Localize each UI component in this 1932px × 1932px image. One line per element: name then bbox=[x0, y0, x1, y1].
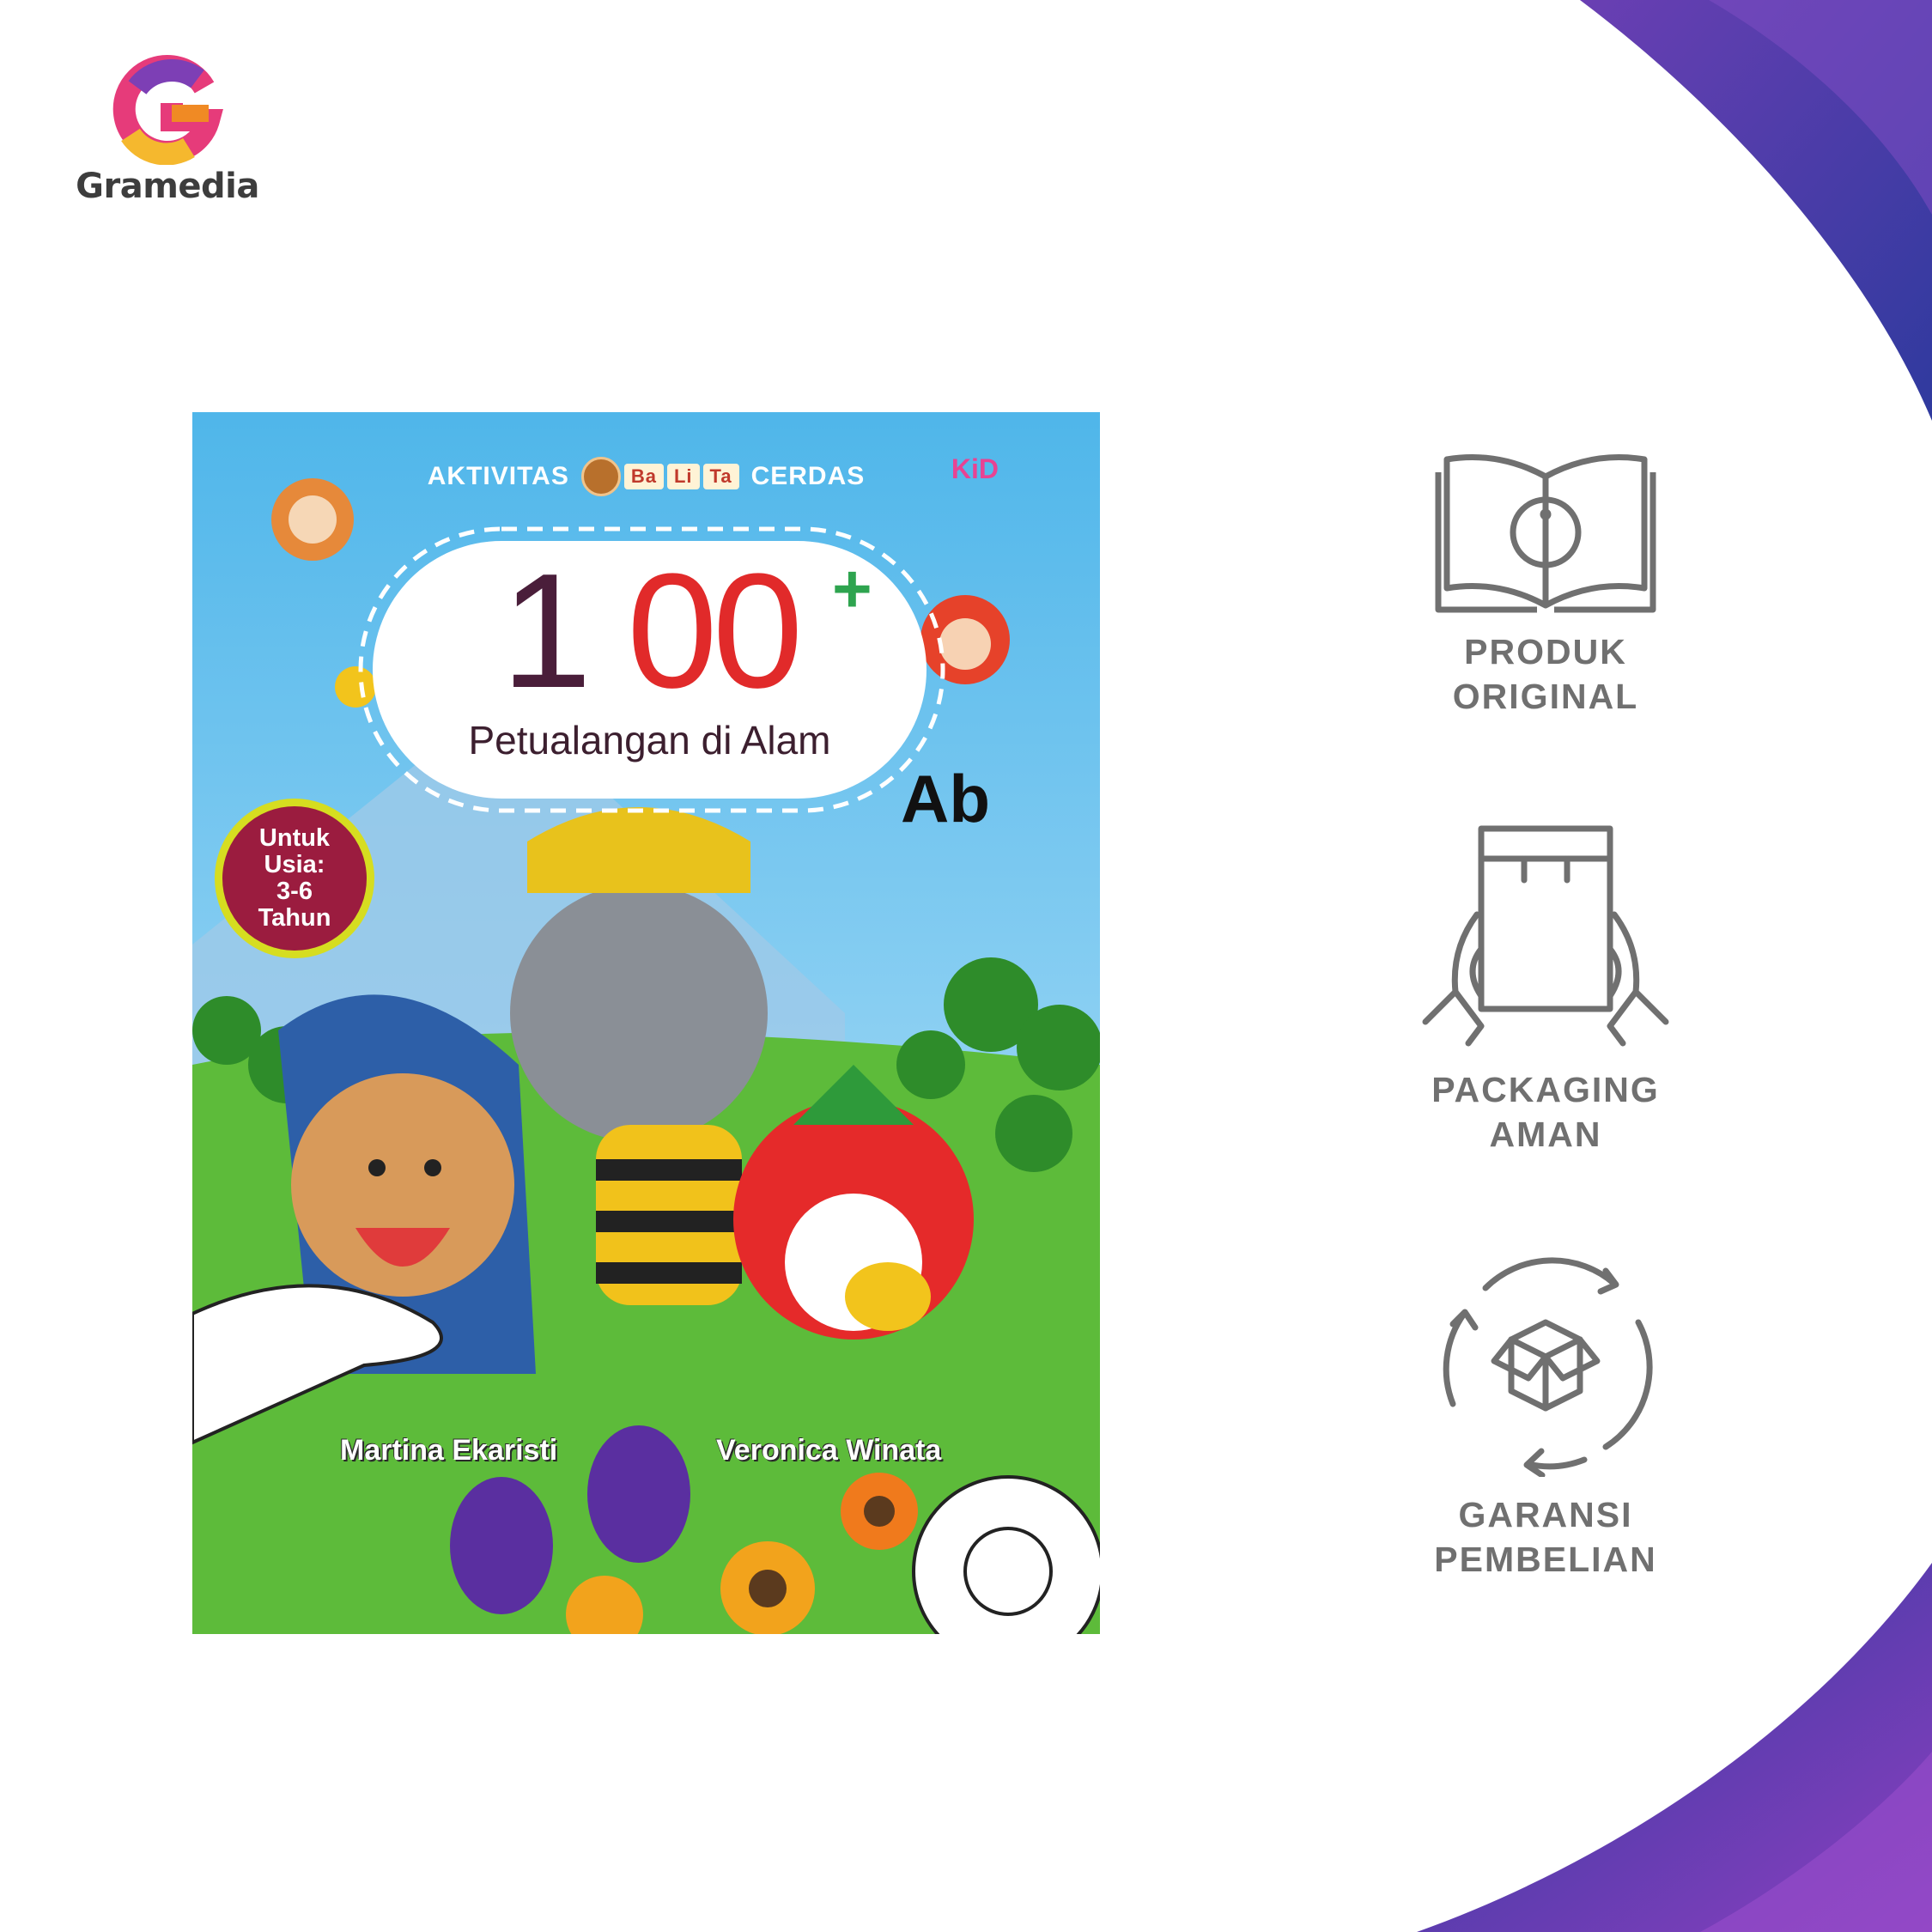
feature-label-line: GARANSI bbox=[1458, 1495, 1633, 1534]
series-badge-li: Li bbox=[666, 464, 700, 489]
author-1: Martina Ekaristi bbox=[340, 1434, 558, 1467]
feature-label-line: PEMBELIAN bbox=[1434, 1540, 1657, 1579]
monkey-icon bbox=[580, 457, 621, 496]
title-number-text: 1 bbox=[501, 540, 592, 722]
publisher-logo: KiD bbox=[951, 453, 999, 484]
series-left-text: AKTIVITAS bbox=[427, 462, 569, 490]
age-badge-line-3: 3-6 bbox=[276, 878, 313, 905]
feature-label-line: AMAN bbox=[1489, 1115, 1602, 1154]
letters-ab: Ab bbox=[901, 761, 990, 836]
age-badge-line-4: Tahun bbox=[258, 904, 331, 932]
brand-name: Gramedia bbox=[76, 167, 259, 206]
series-badge-ta: Ta bbox=[702, 464, 739, 489]
feature-garansi-pembelian: GARANSI PEMBELIAN bbox=[1391, 1254, 1700, 1582]
series-badges: Ba Li Ta bbox=[580, 457, 739, 496]
box-cycle-icon bbox=[1443, 1257, 1653, 1477]
open-book-info-icon bbox=[1435, 454, 1656, 613]
series-badge-ba: Ba bbox=[623, 464, 664, 489]
feature-label-line: PACKAGING bbox=[1431, 1070, 1660, 1109]
series-right-text: CERDAS bbox=[750, 462, 866, 490]
feature-produk-original: PRODUK ORIGINAL bbox=[1391, 451, 1700, 719]
feature-label: PACKAGING AMAN bbox=[1391, 1067, 1700, 1157]
age-badge: Untuk Usia: 3-6 Tahun bbox=[215, 799, 374, 958]
author-2: Veronica Winata bbox=[716, 1434, 942, 1467]
age-badge-line-2: Usia: bbox=[264, 851, 325, 878]
title-box: 1 00 + Petualangan di Alam bbox=[373, 540, 927, 799]
book-subtitle: Petualangan di Alam bbox=[468, 718, 831, 762]
brand: Gramedia bbox=[73, 53, 262, 206]
title-number-zeros: 00 bbox=[627, 540, 803, 722]
hands-holding-package-icon bbox=[1422, 825, 1669, 1047]
feature-packaging-aman: PACKAGING AMAN bbox=[1391, 820, 1700, 1157]
feature-label: GARANSI PEMBELIAN bbox=[1391, 1492, 1700, 1582]
feature-label: PRODUK ORIGINAL bbox=[1391, 629, 1700, 719]
age-badge-line-1: Untuk bbox=[258, 824, 331, 852]
title-plus: + bbox=[832, 550, 872, 627]
book-cover: AKTIVITAS Ba Li Ta CERDAS KiD 1 00 + Pet… bbox=[192, 412, 1100, 1634]
gramedia-logo-icon bbox=[112, 55, 223, 165]
feature-label-line: ORIGINAL bbox=[1452, 677, 1639, 716]
feature-label-line: PRODUK bbox=[1464, 632, 1627, 671]
